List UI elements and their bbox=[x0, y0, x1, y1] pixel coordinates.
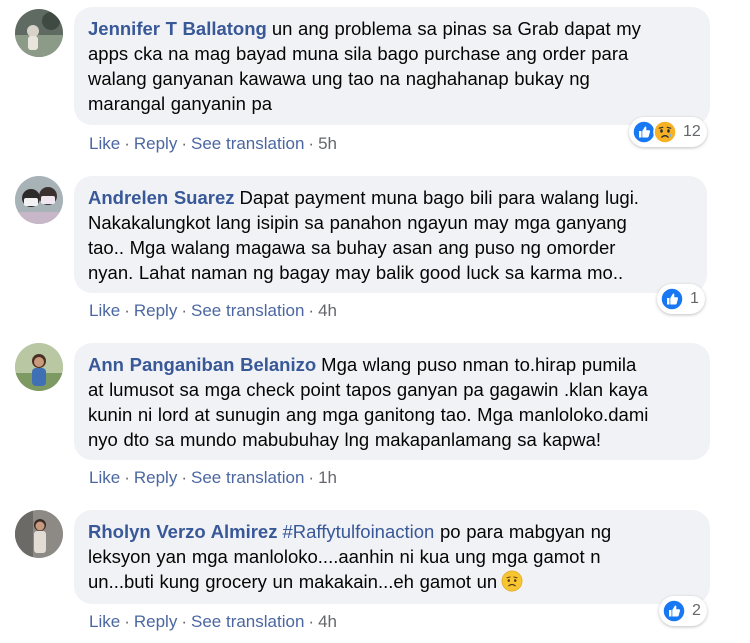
comment-actions: Like · Reply · See translation · 4h bbox=[89, 612, 337, 632]
like-link[interactable]: Like bbox=[89, 301, 120, 320]
reaction-summary[interactable]: 12 bbox=[629, 117, 707, 147]
like-link[interactable]: Like bbox=[89, 612, 120, 631]
separator-dot: · bbox=[181, 612, 187, 631]
comment-timestamp[interactable]: 4h bbox=[318, 612, 337, 631]
comment-timestamp[interactable]: 1h bbox=[318, 468, 337, 487]
see-translation-link[interactable]: See translation bbox=[191, 612, 304, 631]
comment-text-line: Dapat payment muna bago bili para walang… bbox=[239, 187, 639, 208]
reaction-count: 2 bbox=[692, 602, 701, 619]
comment-author[interactable]: Jennifer T Ballatong bbox=[88, 18, 267, 39]
separator-dot: · bbox=[181, 468, 187, 487]
comment-author[interactable]: Rholyn Verzo Almirez bbox=[88, 521, 277, 542]
separator-dot: · bbox=[308, 612, 315, 631]
comment-actions: Like · Reply · See translation · 4h bbox=[89, 301, 337, 321]
avatar[interactable] bbox=[15, 343, 63, 391]
hashtag-link[interactable]: #Raffytulfoinaction bbox=[282, 521, 434, 542]
disappointed-face-icon bbox=[501, 570, 523, 592]
comment-text-line: tao.. Mga walang magawa sa buhay asan an… bbox=[88, 237, 616, 258]
separator-dot: · bbox=[308, 134, 315, 153]
reaction-summary[interactable]: 1 bbox=[657, 284, 705, 314]
comment-bubble: Ann Panganiban Belanizo Mga wlang puso nm… bbox=[74, 343, 710, 460]
reply-link[interactable]: Reply bbox=[134, 134, 177, 153]
comment-text-line: Nakakalungkot lang isipin sa panahon nga… bbox=[88, 212, 627, 233]
like-link[interactable]: Like bbox=[89, 134, 120, 153]
reaction-count: 1 bbox=[690, 290, 699, 307]
comment-text-line: at lumusot sa mga check point tapos gany… bbox=[88, 379, 648, 400]
comment-text-line: nyo dto sa mundo mabubuhay lng makapanla… bbox=[88, 429, 602, 450]
like-link[interactable]: Like bbox=[89, 468, 120, 487]
see-translation-link[interactable]: See translation bbox=[191, 134, 304, 153]
comment-text-line: un ang problema sa pinas sa Grab dapat m… bbox=[271, 18, 641, 39]
separator-dot: · bbox=[308, 301, 315, 320]
avatar[interactable] bbox=[15, 9, 63, 57]
comment-text-line: po para mabgyan ng bbox=[439, 521, 612, 542]
comment-timestamp[interactable]: 5h bbox=[318, 134, 337, 153]
separator-dot: · bbox=[181, 301, 187, 320]
reply-link[interactable]: Reply bbox=[134, 468, 177, 487]
comment-text-line: Mga wlang puso nman to.hirap pumila bbox=[321, 354, 637, 375]
separator-dot: · bbox=[124, 612, 130, 631]
comment-text-line: walang ganyanan kawawa ung tao na naghah… bbox=[88, 68, 590, 89]
like-reaction-icon bbox=[662, 599, 686, 623]
see-translation-link[interactable]: See translation bbox=[191, 468, 304, 487]
comment-timestamp[interactable]: 4h bbox=[318, 301, 337, 320]
comment-bubble: Rholyn Verzo Almirez #Raffytulfoinaction … bbox=[74, 510, 710, 604]
separator-dot: · bbox=[124, 301, 130, 320]
comment-text-line: leksyon yan mga manloloko....aanhin ni k… bbox=[88, 546, 601, 567]
comment-text-line: marangal ganyanin pa bbox=[88, 93, 273, 114]
reply-link[interactable]: Reply bbox=[134, 301, 177, 320]
comment-text-line: un...buti kung grocery un makakain...eh … bbox=[88, 571, 498, 592]
avatar[interactable] bbox=[15, 510, 63, 558]
comment-text-line: apps cka na mag bayad muna sila bago pur… bbox=[88, 43, 629, 64]
comment-text-line: kunin ni lord at sunugin ang mga ganiton… bbox=[88, 404, 649, 425]
see-translation-link[interactable]: See translation bbox=[191, 301, 304, 320]
avatar[interactable] bbox=[15, 176, 63, 224]
like-reaction-icon bbox=[660, 287, 684, 311]
comment-author[interactable]: Andrelen Suarez bbox=[88, 187, 235, 208]
comment-author[interactable]: Ann Panganiban Belanizo bbox=[88, 354, 316, 375]
comment-bubble: Andrelen Suarez Dapat payment muna bago b… bbox=[74, 176, 707, 293]
sad-reaction-icon bbox=[653, 120, 677, 144]
comment-actions: Like · Reply · See translation · 5h bbox=[89, 134, 337, 154]
comment-bubble: Jennifer T Ballatong un ang problema sa p… bbox=[74, 7, 710, 125]
reaction-summary[interactable]: 2 bbox=[659, 596, 707, 626]
reply-link[interactable]: Reply bbox=[134, 612, 177, 631]
separator-dot: · bbox=[124, 134, 130, 153]
comment-text-line: nyan. Lahat naman ng bagay may balik goo… bbox=[88, 262, 624, 283]
separator-dot: · bbox=[308, 468, 315, 487]
separator-dot: · bbox=[124, 468, 130, 487]
separator-dot: · bbox=[181, 134, 187, 153]
reaction-count: 12 bbox=[683, 123, 701, 140]
comment-actions: Like · Reply · See translation · 1h bbox=[89, 468, 337, 488]
